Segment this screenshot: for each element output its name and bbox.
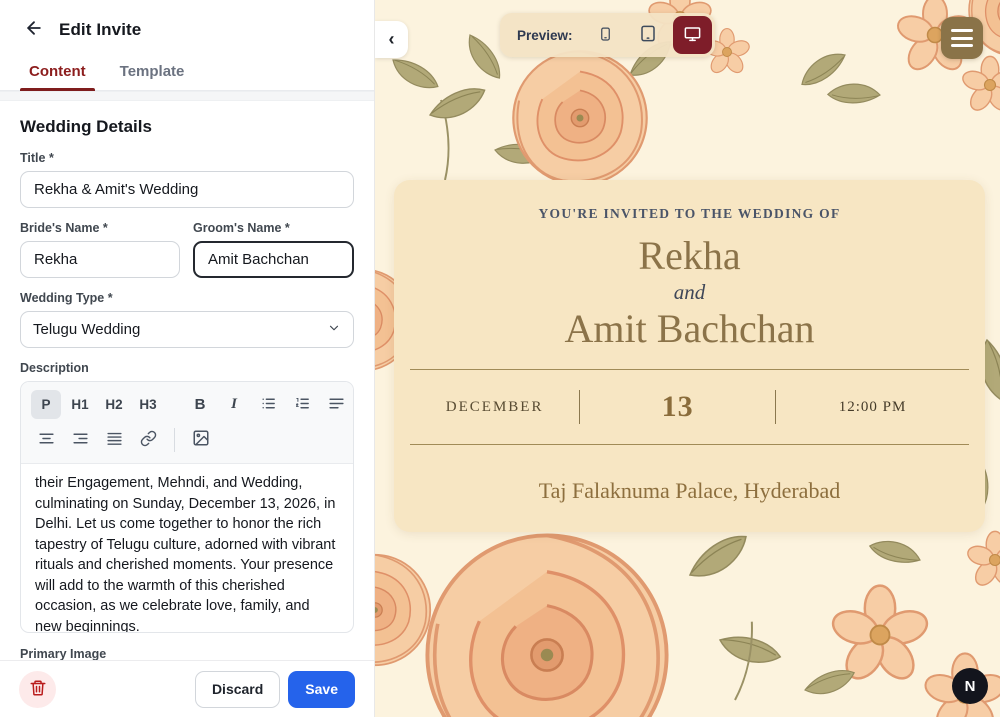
wedding-type-value: Telugu Wedding [33,321,140,338]
chevron-left-icon: ‹ [389,29,395,50]
numbered-list-icon [294,395,311,415]
save-button[interactable]: Save [288,671,355,708]
align-right-icon [72,430,89,450]
preview-device-toolbar: Preview: [500,13,715,57]
toolbar-divider [174,428,175,452]
wedding-time: 12:00 PM [776,399,969,416]
align-center-button[interactable] [31,425,61,454]
invite-preview-panel: ‹ Preview: YOU'RE INVITED TO THE WEDDING… [375,0,1000,717]
editor-footer: Discard Save [0,660,374,717]
wedding-month: DECEMBER [410,399,579,416]
link-button[interactable] [133,425,163,454]
section-title: Wedding Details [20,117,354,137]
arrow-left-icon [24,18,44,41]
wedding-details-form: Wedding Details Title * Bride's Name * G… [0,101,374,717]
hamburger-icon [951,29,973,32]
primary-image-label: Primary Image [20,647,354,661]
description-label: Description [20,361,354,375]
description-editor[interactable]: their Engagement, Mehndi, and Wedding, c… [21,464,353,632]
venue-text: Taj Falaknuma Palace, Hyderabad [410,478,969,504]
bullet-list-icon [260,395,277,415]
bullet-list-button[interactable] [253,390,283,419]
preview-label: Preview: [517,28,573,43]
h1-button[interactable]: H1 [65,390,95,419]
bride-name-input[interactable] [20,241,180,278]
link-icon [140,430,157,450]
align-left-button[interactable] [321,390,351,419]
groom-name-input[interactable] [193,241,354,278]
groom-name-label: Groom's Name * [193,221,354,235]
align-justify-icon [106,430,123,450]
tab-bar: Content Template [0,53,374,91]
preview-tablet-button[interactable] [631,16,665,54]
bride-name-display: Rekha [410,233,969,279]
numbered-list-button[interactable] [287,390,317,419]
preview-mobile-button[interactable] [589,16,623,54]
rich-text-editor: P H1 H2 H3 B I [20,381,354,633]
menu-button[interactable] [941,17,983,59]
paragraph-button[interactable]: P [31,390,61,419]
smartphone-icon [598,25,613,46]
tab-content[interactable]: Content [27,57,88,90]
align-center-icon [38,430,55,450]
chevron-down-icon [327,321,341,339]
image-icon [192,429,210,450]
tablet-icon [639,24,657,46]
italic-button[interactable]: I [219,390,249,419]
card-divider-bottom [410,444,969,445]
delete-invite-button[interactable] [19,671,56,708]
back-button[interactable] [22,16,46,43]
invitation-card: YOU'RE INVITED TO THE WEDDING OF Rekha a… [394,180,985,532]
tab-template[interactable]: Template [118,57,187,90]
h3-button[interactable]: H3 [133,390,163,419]
watermark-badge[interactable]: N [952,668,988,704]
wedding-type-select[interactable]: Telugu Wedding [20,311,354,348]
preview-desktop-button[interactable] [673,16,712,54]
image-button[interactable] [186,425,216,454]
conjunction-text: and [410,280,969,305]
bold-button[interactable]: B [185,390,215,419]
h2-button[interactable]: H2 [99,390,129,419]
panel-header: Edit Invite [0,0,374,53]
title-label: Title * [20,151,354,165]
discard-button[interactable]: Discard [195,671,280,708]
align-justify-button[interactable] [99,425,129,454]
align-left-icon [328,395,345,415]
invitation-eyebrow: YOU'RE INVITED TO THE WEDDING OF [410,206,969,222]
align-right-button[interactable] [65,425,95,454]
title-input[interactable] [20,171,354,208]
wedding-type-label: Wedding Type * [20,291,354,305]
date-time-row: DECEMBER 13 12:00 PM [410,370,969,444]
trash-icon [29,679,47,700]
wedding-day: 13 [580,390,775,424]
monitor-icon [683,25,702,46]
editor-toolbar: P H1 H2 H3 B I [21,382,353,464]
page-title: Edit Invite [59,20,141,40]
section-divider [0,91,374,101]
edit-invite-panel: Edit Invite Content Template Wedding Det… [0,0,375,717]
collapse-panel-button[interactable]: ‹ [375,21,408,58]
groom-name-display: Amit Bachchan [410,306,969,352]
bride-name-label: Bride's Name * [20,221,180,235]
